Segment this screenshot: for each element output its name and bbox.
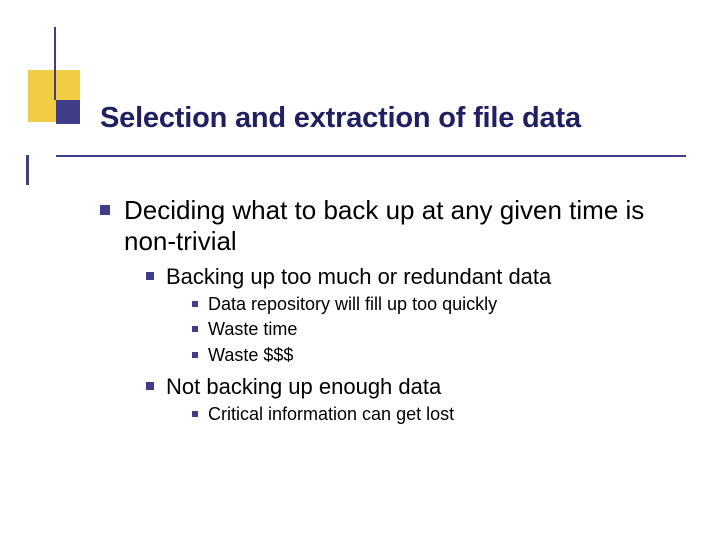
decor-vertical-line-thick bbox=[26, 155, 29, 185]
square-bullet-icon bbox=[192, 352, 198, 358]
bullet-level2: Not backing up enough data bbox=[146, 373, 680, 401]
bullet-text: Waste $$$ bbox=[208, 344, 293, 367]
square-bullet-icon bbox=[192, 301, 198, 307]
square-bullet-icon bbox=[192, 326, 198, 332]
bullet-text: Critical information can get lost bbox=[208, 403, 454, 426]
square-bullet-icon bbox=[100, 205, 110, 215]
bullet-text: Waste time bbox=[208, 318, 297, 341]
square-bullet-icon bbox=[192, 411, 198, 417]
bullet-level3: Waste $$$ bbox=[192, 344, 680, 367]
slide: Selection and extraction of file data De… bbox=[0, 0, 720, 540]
bullet-level1: Deciding what to back up at any given ti… bbox=[100, 195, 680, 257]
square-bullet-icon bbox=[146, 382, 154, 390]
bullet-level3: Waste time bbox=[192, 318, 680, 341]
decor-blue-square bbox=[56, 100, 80, 124]
slide-body: Deciding what to back up at any given ti… bbox=[100, 195, 680, 426]
bullet-text: Not backing up enough data bbox=[166, 373, 441, 401]
decor-vertical-line-thin bbox=[54, 27, 56, 100]
bullet-text: Deciding what to back up at any given ti… bbox=[124, 195, 680, 257]
bullet-level2: Backing up too much or redundant data bbox=[146, 263, 680, 291]
slide-title: Selection and extraction of file data bbox=[100, 102, 581, 135]
bullet-text: Backing up too much or redundant data bbox=[166, 263, 551, 291]
square-bullet-icon bbox=[146, 272, 154, 280]
bullet-level3: Critical information can get lost bbox=[192, 403, 680, 426]
bullet-text: Data repository will fill up too quickly bbox=[208, 293, 497, 316]
decor-horizontal-line bbox=[56, 155, 686, 157]
bullet-level3: Data repository will fill up too quickly bbox=[192, 293, 680, 316]
